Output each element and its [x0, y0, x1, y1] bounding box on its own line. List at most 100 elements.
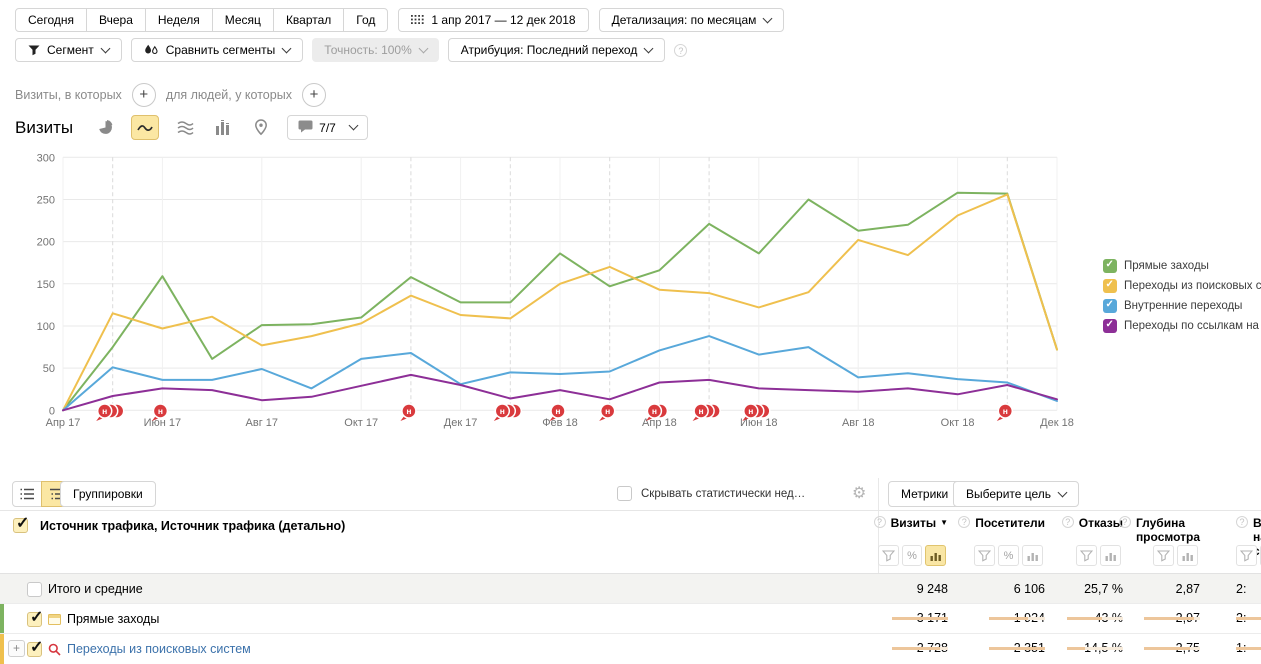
row-checkbox[interactable]: [27, 642, 42, 657]
svg-text:н: н: [652, 406, 657, 416]
help-icon[interactable]: [674, 44, 687, 57]
range-year-button[interactable]: Год: [343, 8, 388, 32]
chevron-down-icon: [644, 43, 654, 53]
stacked-area-icon[interactable]: [173, 116, 197, 140]
svg-text:Фев 18: Фев 18: [542, 417, 578, 429]
date-range-value: 1 апр 2017 — 12 дек 2018: [431, 13, 575, 27]
annotation-marker[interactable]: н: [96, 404, 124, 421]
annotation-marker[interactable]: н: [599, 404, 615, 421]
chevron-down-icon: [418, 43, 428, 53]
metrics-button[interactable]: Метрики: [888, 481, 961, 507]
pie-chart-icon[interactable]: [93, 116, 117, 140]
svg-text:0: 0: [49, 405, 55, 417]
legend-item-internal[interactable]: Внутренние переходы: [1103, 296, 1261, 316]
segment-dropdown[interactable]: Сегмент: [15, 38, 122, 62]
expand-row-button[interactable]: [8, 640, 25, 657]
row-metrics: 9 248 6 106 25,7 % 2,87 2:: [878, 574, 1261, 596]
percent-tool-button[interactable]: %: [902, 545, 923, 566]
filter-tool-button[interactable]: [1076, 545, 1097, 566]
row-label: Прямые заходы: [67, 612, 159, 626]
table-row-direct[interactable]: Прямые заходы 3 171 1 924 43 % 2,97 2:: [0, 603, 1261, 634]
filter-tool-button[interactable]: [1153, 545, 1174, 566]
gear-icon[interactable]: ⚙: [852, 483, 866, 503]
legend-checkbox[interactable]: [1103, 299, 1117, 313]
add-people-condition-button[interactable]: +: [302, 83, 326, 107]
annotation-marker[interactable]: н: [693, 404, 721, 421]
help-icon[interactable]: [1062, 516, 1074, 528]
annotation-marker[interactable]: н: [997, 404, 1013, 421]
svg-text:н: н: [1003, 406, 1008, 416]
accuracy-dropdown[interactable]: Точность: 100%: [312, 38, 438, 62]
help-icon[interactable]: [958, 516, 970, 528]
svg-text:н: н: [555, 406, 560, 416]
choose-goal-dropdown[interactable]: Выберите цель: [953, 481, 1079, 507]
legend-checkbox[interactable]: [1103, 279, 1117, 293]
choose-goal-label: Выберите цель: [966, 487, 1051, 501]
bars-tool-button[interactable]: [1100, 545, 1121, 566]
legend-checkbox[interactable]: [1103, 259, 1117, 273]
filter-tool-button[interactable]: [1236, 545, 1257, 566]
calendar-grid-icon: [411, 15, 424, 26]
annotation-marker[interactable]: н: [400, 404, 416, 421]
legend-item-site-links[interactable]: Переходы по ссылкам на сайтах: [1103, 316, 1261, 336]
date-range-toolbar: Сегодня Вчера Неделя Месяц Квартал Год 1…: [15, 8, 784, 32]
svg-text:Авг 18: Авг 18: [842, 417, 874, 429]
table-row-search[interactable]: Переходы из поисковых систем 2 728 2 351…: [0, 633, 1261, 664]
svg-text:Июн 17: Июн 17: [144, 417, 182, 429]
attribution-label: Атрибуция: Последний переход: [461, 43, 638, 57]
detalization-dropdown[interactable]: Детализация: по месяцам: [599, 8, 785, 32]
column-chart-icon[interactable]: [211, 116, 235, 140]
bars-tool-button[interactable]: [1022, 545, 1043, 566]
compare-segments-dropdown[interactable]: Сравнить сегменты: [131, 38, 304, 62]
funnel-icon: [28, 45, 40, 56]
table-row-totals[interactable]: Итого и средние 9 248 6 106 25,7 % 2,87 …: [0, 573, 1261, 604]
sort-desc-icon: ▼: [940, 518, 948, 527]
row-checkbox[interactable]: [27, 612, 42, 627]
range-yesterday-button[interactable]: Вчера: [86, 8, 146, 32]
add-visit-condition-button[interactable]: +: [132, 83, 156, 107]
attribution-dropdown[interactable]: Атрибуция: Последний переход: [448, 38, 666, 62]
svg-text:200: 200: [37, 237, 55, 249]
metric-tools-row: % %: [878, 545, 1261, 566]
range-month-button[interactable]: Месяц: [212, 8, 274, 32]
annotation-marker[interactable]: н: [494, 404, 522, 421]
tools-depth: [1125, 545, 1202, 566]
yandex-metrica-dashboard: { "toolbar": { "ranges": ["Сегодня", "Вч…: [0, 0, 1261, 656]
help-icon[interactable]: [874, 516, 886, 528]
legend-item-search[interactable]: Переходы из поисковых систем: [1103, 276, 1261, 296]
filter-tool-button[interactable]: [974, 545, 995, 566]
divider: [0, 510, 1261, 511]
cell-depth: 2,97: [1125, 604, 1202, 625]
date-range-picker-button[interactable]: 1 апр 2017 — 12 дек 2018: [398, 8, 588, 32]
range-week-button[interactable]: Неделя: [145, 8, 213, 32]
row-label[interactable]: Переходы из поисковых систем: [67, 642, 251, 656]
bars-tool-button[interactable]: [925, 545, 946, 566]
select-all-checkbox[interactable]: [13, 518, 28, 533]
cell-time: 2:: [1202, 604, 1261, 625]
segment-builder-row: Визиты, в которых + для людей, у которых…: [15, 83, 326, 107]
range-today-button[interactable]: Сегодня: [15, 8, 87, 32]
row-checkbox[interactable]: [27, 582, 42, 597]
quick-range-group: Сегодня Вчера Неделя Месяц Квартал Год: [15, 8, 388, 32]
bars-tool-button[interactable]: [1177, 545, 1198, 566]
legend-item-direct[interactable]: Прямые заходы: [1103, 256, 1261, 276]
cell-visitors: 1 924: [950, 604, 1047, 625]
svg-text:н: н: [102, 406, 107, 416]
filter-tool-button[interactable]: [878, 545, 899, 566]
cell-visitors: 6 106: [950, 574, 1047, 596]
groupings-button[interactable]: Группировки: [60, 481, 156, 507]
line-chart-icon[interactable]: [131, 115, 159, 140]
checkbox[interactable]: [617, 486, 632, 501]
legend-checkbox[interactable]: [1103, 319, 1117, 333]
range-quarter-button[interactable]: Квартал: [273, 8, 344, 32]
hide-unreliable-checkbox[interactable]: Скрывать статистически недостоверные дан…: [617, 486, 809, 501]
annotations-count: 7/7: [319, 121, 336, 135]
map-pin-icon[interactable]: [249, 116, 273, 140]
percent-tool-button[interactable]: %: [998, 545, 1019, 566]
tools-time: [1202, 545, 1261, 566]
annotations-dropdown[interactable]: 7/7: [287, 115, 368, 140]
help-icon[interactable]: [1119, 516, 1131, 528]
visits-condition-label: Визиты, в которых: [15, 88, 122, 102]
flat-list-view-button[interactable]: [12, 481, 42, 507]
help-icon[interactable]: [1236, 516, 1248, 528]
